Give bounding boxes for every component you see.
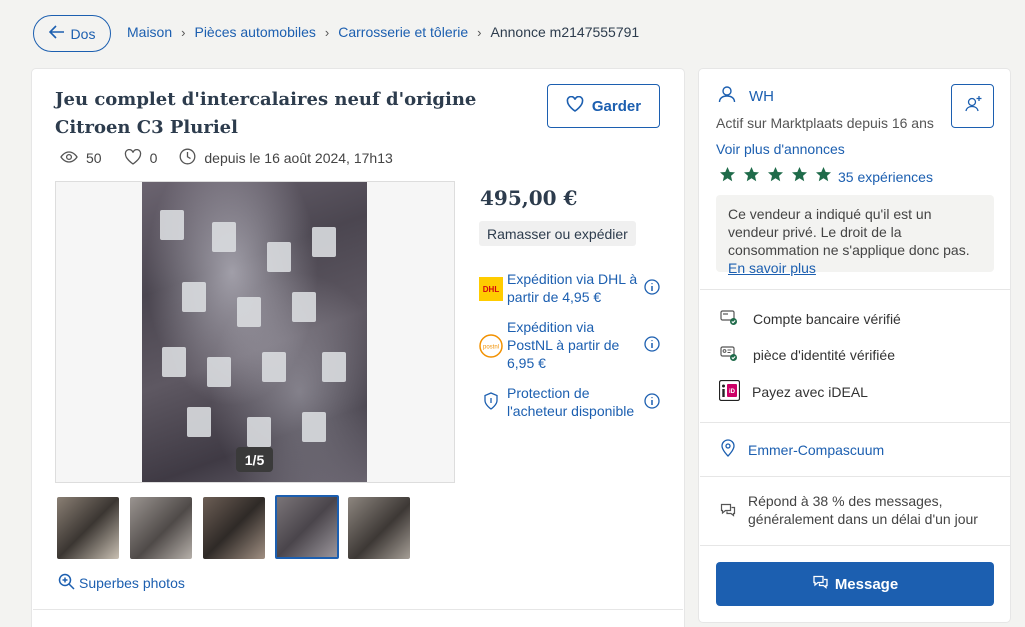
private-seller-notice: Ce vendeur a indiqué qu'il est un vendeu…: [716, 195, 994, 276]
chevron-right-icon: ›: [324, 24, 330, 40]
buyer-protection[interactable]: Protection de l'acheteur disponible: [479, 384, 661, 420]
superbes-photos-link[interactable]: Superbes photos: [58, 573, 185, 593]
delivery-badge: Ramasser ou expédier: [479, 221, 636, 246]
svg-text:postnl: postnl: [483, 345, 499, 351]
star-icon: [815, 166, 832, 188]
notice-text: Ce vendeur a indiqué qu'il est un vendeu…: [728, 206, 970, 258]
divider: [700, 422, 1010, 423]
eye-icon: [60, 150, 78, 166]
seller-location[interactable]: Emmer-Compascuum: [721, 439, 884, 460]
seller-active-since: Actif sur Marktplaats depuis 16 ans: [716, 115, 934, 131]
ideal-icon: iD: [718, 379, 741, 404]
breadcrumb: Maison › Pièces automobiles › Carrosseri…: [127, 24, 639, 40]
save-label: Garder: [591, 97, 642, 115]
save-button[interactable]: Garder: [547, 84, 660, 128]
back-label: Dos: [70, 25, 96, 42]
user-icon: [718, 85, 736, 108]
main-photo[interactable]: [142, 182, 367, 482]
breadcrumb-carrosserie[interactable]: Carrosserie et tôlerie: [338, 24, 468, 40]
info-icon[interactable]: [644, 279, 660, 300]
thumbnail-1[interactable]: [57, 497, 119, 559]
arrow-left-icon: [48, 25, 65, 42]
verification-bank-label: Compte bancaire vérifié: [753, 310, 901, 327]
buyer-protection-label: Protection de l'acheteur disponible: [507, 385, 635, 419]
seller-name[interactable]: WH: [749, 88, 774, 105]
response-info: Répond à 38 % des messages, généralement…: [720, 492, 988, 528]
photo-counter: 1/5: [236, 447, 273, 472]
experiences-link[interactable]: 35 expériences: [838, 169, 933, 185]
breadcrumb-pieces-automobiles[interactable]: Pièces automobiles: [194, 24, 315, 40]
shipping-postnl-label: Expédition via PostNL à partir de 6,95 €: [507, 319, 620, 371]
id-check-icon: [720, 344, 738, 365]
thumbnail-5[interactable]: [348, 497, 410, 559]
shield-icon: [479, 392, 503, 410]
location-label[interactable]: Emmer-Compascuum: [748, 442, 884, 458]
shipping-option-postnl[interactable]: postnl Expédition via PostNL à partir de…: [479, 318, 661, 372]
verification-id-label: pièce d'identité vérifiée: [753, 346, 895, 363]
listing-stats: 50 0 depuis le 16 août 2024, 17h13: [60, 148, 415, 168]
postnl-logo-icon: postnl: [479, 334, 503, 363]
svg-text:DHL: DHL: [483, 285, 500, 294]
chat-bubbles-icon: [720, 502, 736, 528]
bank-check-icon: [720, 308, 738, 329]
superbes-label: Superbes photos: [79, 575, 185, 591]
listing-title: Jeu complet d'intercalaires neuf d'origi…: [55, 89, 477, 138]
heart-outline-icon: [124, 148, 142, 168]
verification-bank: Compte bancaire vérifié: [720, 308, 901, 329]
response-text: Répond à 38 % des messages, généralement…: [748, 493, 978, 527]
chevron-right-icon: ›: [181, 24, 186, 40]
thumbnail-4-selected[interactable]: [275, 495, 339, 559]
message-label: Message: [834, 575, 899, 593]
divider: [33, 609, 683, 610]
divider: [700, 476, 1010, 477]
verification-ideal-label: Payez avec iDEAL: [752, 384, 868, 400]
verification-ideal: iD Payez avec iDEAL: [718, 379, 868, 404]
favorites-count: 0: [149, 150, 158, 166]
heart-icon: [566, 95, 584, 116]
info-icon[interactable]: [644, 393, 660, 414]
breadcrumb-maison[interactable]: Maison: [127, 24, 172, 40]
breadcrumb-current: Annonce m2147555791: [490, 24, 640, 40]
follow-seller-button[interactable]: [951, 84, 994, 128]
divider: [700, 545, 1010, 546]
star-icon: [719, 166, 736, 188]
seller-name-row[interactable]: WH: [718, 85, 774, 108]
thumbnail-3[interactable]: [203, 497, 265, 559]
zoom-icon: [58, 573, 75, 593]
star-icon: [791, 166, 808, 188]
views-count: 50: [86, 150, 102, 166]
info-icon[interactable]: [644, 336, 660, 357]
shipping-option-dhl[interactable]: DHL Expédition via DHL à partir de 4,95 …: [479, 270, 661, 306]
chat-icon: [812, 574, 829, 594]
verification-id: pièce d'identité vérifiée: [720, 344, 895, 365]
thumbnail-2[interactable]: [130, 497, 192, 559]
clock-icon: [179, 148, 196, 168]
svg-text:iD: iD: [729, 389, 736, 395]
more-ads-link[interactable]: Voir plus d'annonces: [716, 141, 845, 157]
seller-rating[interactable]: 35 expériences: [719, 166, 933, 188]
learn-more-link[interactable]: En savoir plus: [728, 260, 816, 276]
star-icon: [767, 166, 784, 188]
posted-date: depuis le 16 août 2024, 17h13: [204, 150, 393, 166]
location-pin-icon: [721, 439, 735, 460]
back-button[interactable]: Dos: [33, 15, 111, 52]
message-button[interactable]: Message: [716, 562, 994, 606]
user-follow-icon: [963, 94, 983, 119]
divider: [700, 289, 1010, 290]
shipping-dhl-label: Expédition via DHL à partir de 4,95 €: [507, 271, 638, 305]
chevron-right-icon: ›: [477, 24, 482, 40]
star-icon: [743, 166, 760, 188]
dhl-logo-icon: DHL: [479, 277, 503, 306]
price: 495,00 €: [480, 186, 578, 210]
